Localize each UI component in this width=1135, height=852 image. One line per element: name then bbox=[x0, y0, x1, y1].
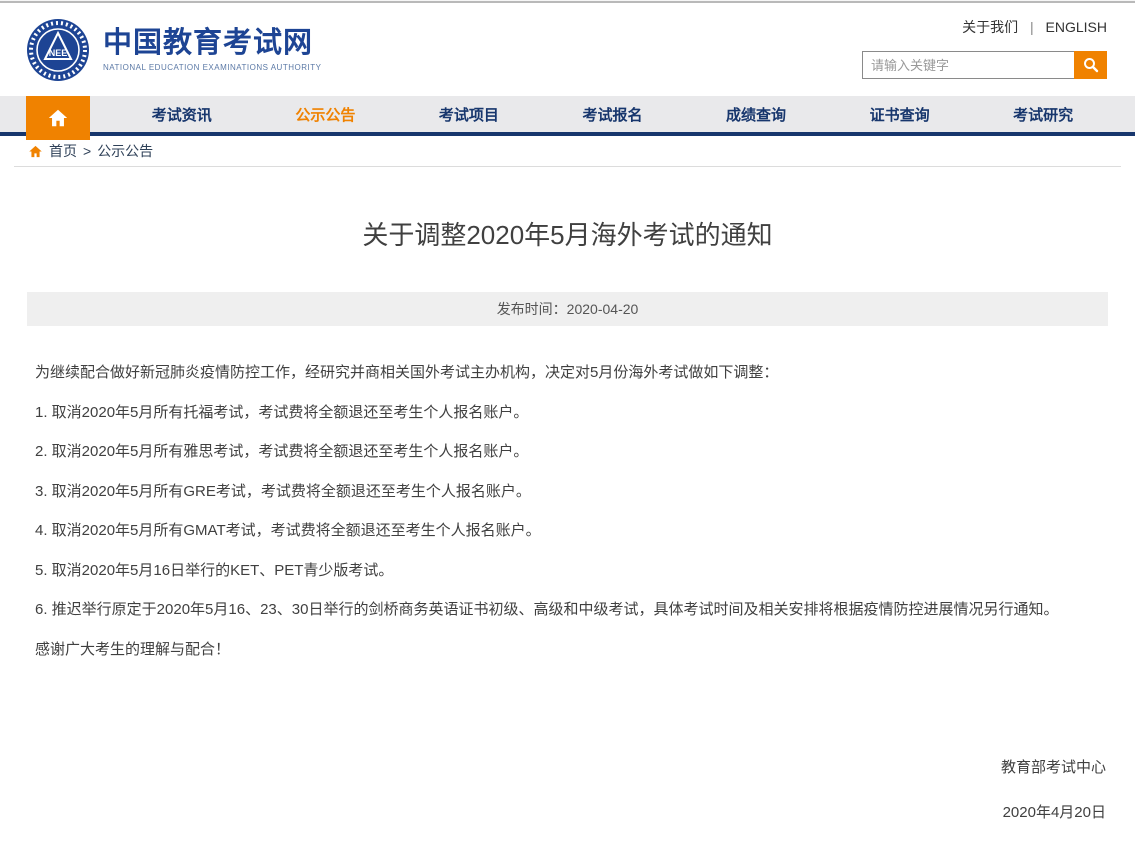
header-top-links: 关于我们 | ENGLISH bbox=[962, 17, 1107, 37]
article-body: 为继续配合做好新冠肺炎疫情防控工作，经研究并商相关国外考试主办机构，决定对5月份… bbox=[27, 362, 1108, 661]
paragraph-item-1: 1. 取消2020年5月所有托福考试，考试费将全额退还至考生个人报名账户。 bbox=[35, 402, 1100, 425]
neea-emblem-icon: NEE bbox=[26, 18, 90, 82]
nav-item-exam-registration[interactable]: 考试报名 bbox=[582, 104, 642, 125]
breadcrumb-home-icon bbox=[28, 144, 43, 159]
home-icon bbox=[47, 107, 69, 129]
paragraph-item-2: 2. 取消2020年5月所有雅思考试，考试费将全额退还至考生个人报名账户。 bbox=[35, 441, 1100, 464]
english-link[interactable]: ENGLISH bbox=[1046, 19, 1107, 35]
breadcrumb: 首页 > 公示公告 bbox=[14, 136, 1121, 167]
main-navigation: 考试资讯 公示公告 考试项目 考试报名 成绩查询 证书查询 考试研究 bbox=[0, 96, 1135, 136]
nav-item-exam-research[interactable]: 考试研究 bbox=[1013, 104, 1073, 125]
top-links-divider: | bbox=[1030, 19, 1034, 35]
paragraph-item-4: 4. 取消2020年5月所有GMAT考试，考试费将全额退还至考生个人报名账户。 bbox=[35, 520, 1100, 543]
search-icon bbox=[1082, 56, 1100, 74]
search-box bbox=[862, 51, 1107, 79]
paragraph-thanks: 感谢广大考生的理解与配合！ bbox=[35, 639, 1100, 662]
breadcrumb-home[interactable]: 首页 bbox=[49, 141, 77, 161]
notice-article: 关于调整2020年5月海外考试的通知 发布时间：2020-04-20 为继续配合… bbox=[0, 215, 1135, 852]
publish-date: 发布时间：2020-04-20 bbox=[497, 299, 639, 319]
signature-date: 2020年4月20日 bbox=[27, 801, 1106, 822]
nav-item-announcements[interactable]: 公示公告 bbox=[295, 104, 355, 125]
logo-text: 中国教育考试网 NATIONAL EDUCATION EXAMINATIONS … bbox=[103, 28, 321, 72]
nav-item-certificate-query[interactable]: 证书查询 bbox=[870, 104, 930, 125]
breadcrumb-separator: > bbox=[83, 143, 91, 159]
signature-org: 教育部考试中心 bbox=[27, 756, 1106, 777]
search-button[interactable] bbox=[1074, 51, 1107, 79]
home-button[interactable] bbox=[26, 96, 90, 140]
paragraph-intro: 为继续配合做好新冠肺炎疫情防控工作，经研究并商相关国外考试主办机构，决定对5月份… bbox=[35, 362, 1100, 385]
nav-item-score-query[interactable]: 成绩查询 bbox=[726, 104, 786, 125]
paragraph-item-3: 3. 取消2020年5月所有GRE考试，考试费将全额退还至考生个人报名账户。 bbox=[35, 481, 1100, 504]
site-subtitle: NATIONAL EDUCATION EXAMINATIONS AUTHORIT… bbox=[103, 63, 321, 72]
breadcrumb-current[interactable]: 公示公告 bbox=[97, 141, 153, 161]
site-header: NEE 中国教育考试网 NATIONAL EDUCATION EXAMINATI… bbox=[0, 3, 1135, 96]
publish-date-bar: 发布时间：2020-04-20 bbox=[27, 292, 1108, 326]
site-logo[interactable]: NEE 中国教育考试网 NATIONAL EDUCATION EXAMINATI… bbox=[26, 18, 321, 82]
nav-item-exam-programs[interactable]: 考试项目 bbox=[439, 104, 499, 125]
page-title: 关于调整2020年5月海外考试的通知 bbox=[27, 215, 1108, 252]
search-input[interactable] bbox=[862, 51, 1074, 79]
nav-items: 考试资讯 公示公告 考试项目 考试报名 成绩查询 证书查询 考试研究 bbox=[90, 96, 1135, 132]
paragraph-item-6: 6. 推迟举行原定于2020年5月16、23、30日举行的剑桥商务英语证书初级、… bbox=[35, 599, 1100, 622]
paragraph-item-5: 5. 取消2020年5月16日举行的KET、PET青少版考试。 bbox=[35, 560, 1100, 583]
nav-item-exam-news[interactable]: 考试资讯 bbox=[152, 104, 212, 125]
about-us-link[interactable]: 关于我们 bbox=[962, 19, 1018, 35]
svg-text:NEE: NEE bbox=[49, 48, 68, 58]
article-signature: 教育部考试中心 2020年4月20日 bbox=[27, 756, 1108, 822]
site-title: 中国教育考试网 bbox=[103, 28, 321, 60]
